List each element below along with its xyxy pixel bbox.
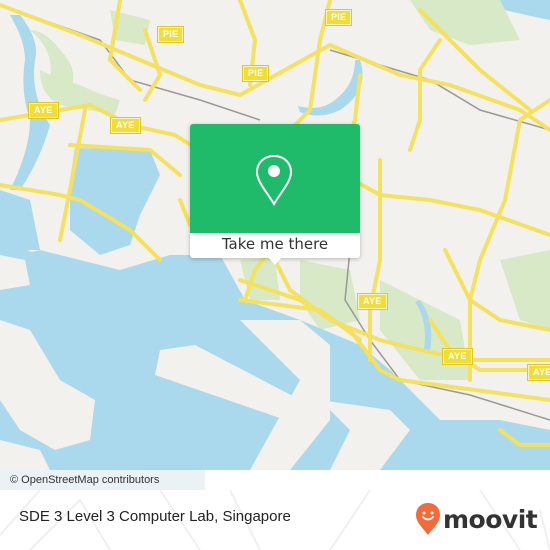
moovit-wordmark: moovit [443,504,538,534]
map-pin-icon [255,154,293,206]
take-me-there-button[interactable]: Take me there [190,233,360,258]
highway-shield-aye: AYE [111,118,140,133]
road [408,38,442,152]
river [298,60,363,116]
popup-header[interactable] [190,124,360,233]
rail-line [329,49,550,131]
road [468,98,550,382]
highway-shield-aye: AYE [443,349,472,364]
sea-west [0,190,40,250]
moovit-logo[interactable]: moovit [415,502,538,536]
map-attribution[interactable]: © OpenStreetMap contributors [0,470,205,490]
highway-shield-aye: AYE [358,294,387,309]
moovit-pin-smile-icon [416,503,440,535]
place-name: SDE 3 Level 3 Computer Lab, Singapore [19,508,291,525]
map-view[interactable]: PIE PIE PIE AYE AYE AYE AYE AYE Take me … [0,0,550,470]
highway-shield-pie: PIE [158,27,184,42]
location-popup[interactable]: Take me there [190,124,360,265]
park-area [500,250,550,330]
footer-bar: SDE 3 Level 3 Computer Lab, Singapore mo… [0,490,550,550]
highway-shield-pie: PIE [243,66,269,81]
highway-shield-pie: PIE [326,10,352,25]
highway-shield-aye: AYE [528,365,550,380]
popup-pointer [268,257,282,265]
highway-shield-aye: AYE [29,103,58,118]
